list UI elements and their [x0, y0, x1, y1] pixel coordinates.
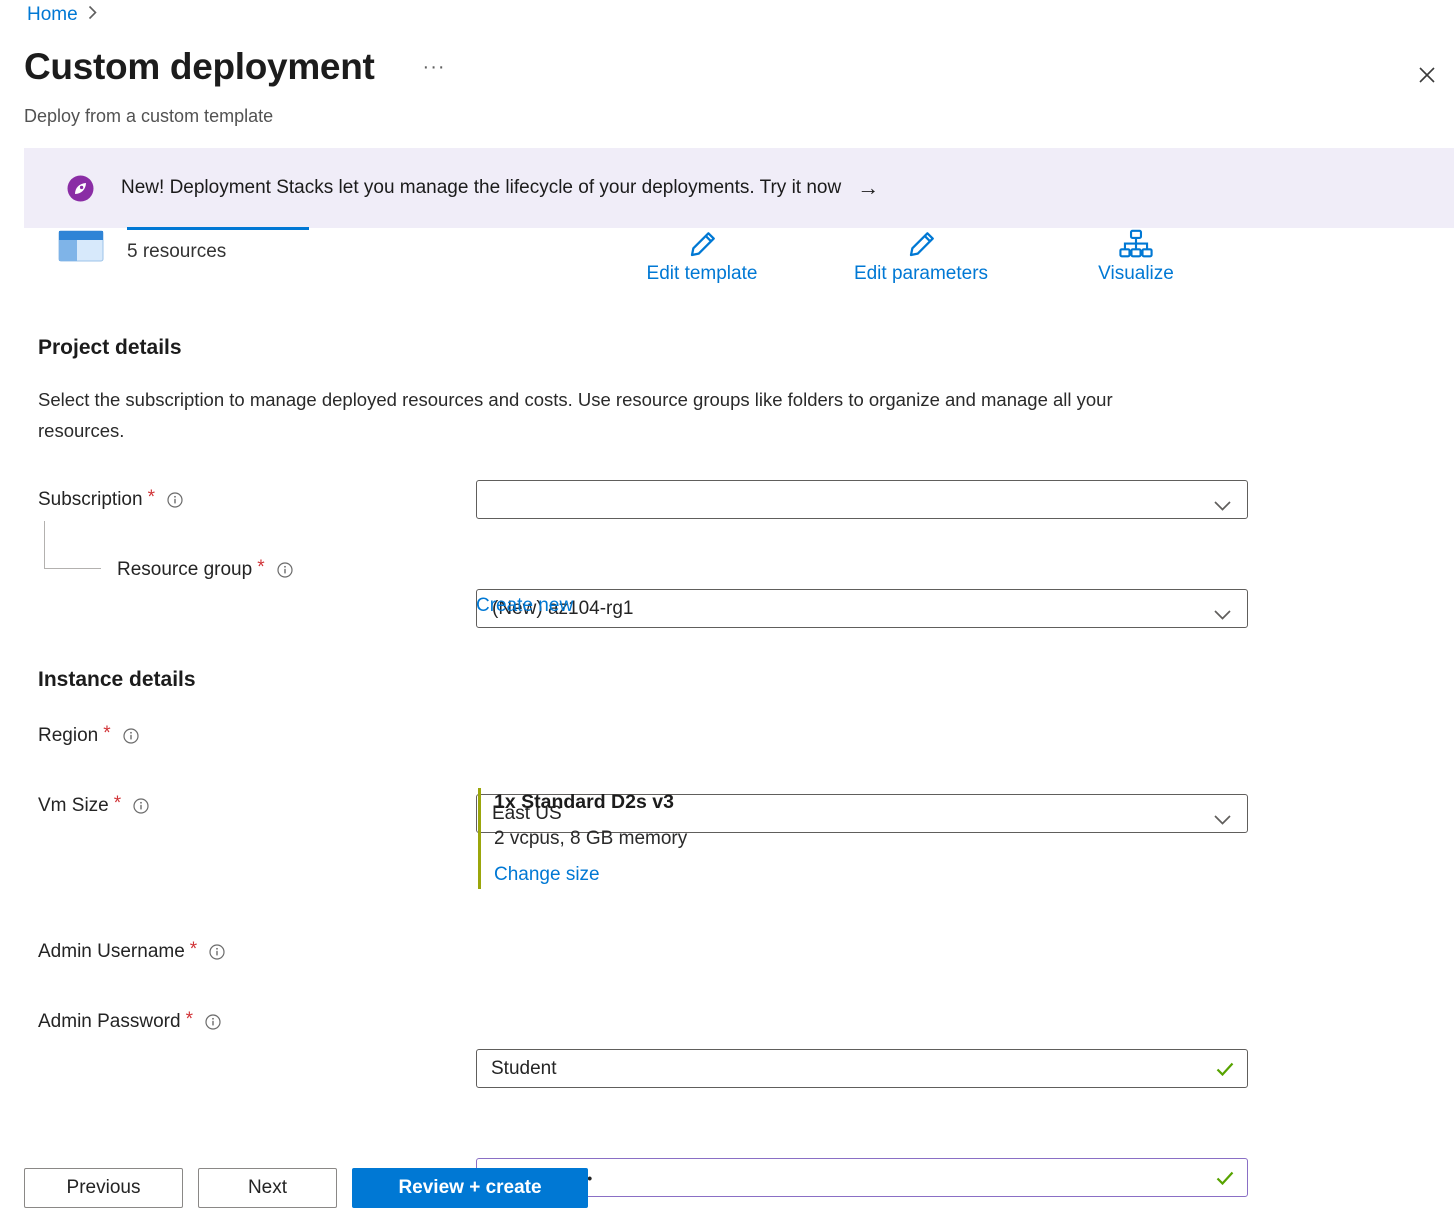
admin-password-label-text: Admin Password — [38, 1011, 181, 1033]
previous-button[interactable]: Previous — [24, 1168, 183, 1208]
custom-deployment-page: Home Custom deployment ··· Deploy from a… — [0, 0, 1456, 1219]
required-marker: * — [186, 1009, 193, 1031]
required-marker: * — [190, 939, 197, 961]
admin-password-label: Admin Password * — [38, 1011, 221, 1033]
page-subtitle: Deploy from a custom template — [24, 106, 273, 127]
chevron-down-icon — [1214, 495, 1231, 517]
pencil-icon — [826, 225, 1016, 261]
required-marker: * — [114, 793, 121, 815]
edit-parameters-label: Edit parameters — [826, 263, 1016, 285]
create-new-link[interactable]: Create new — [476, 595, 573, 617]
visualize-label: Visualize — [1070, 263, 1202, 285]
project-details-description: Select the subscription to manage deploy… — [38, 384, 1193, 446]
resource-group-label-text: Resource group — [117, 559, 252, 581]
region-label-text: Region — [38, 725, 98, 747]
breadcrumb-home-link[interactable]: Home — [27, 4, 78, 26]
required-marker: * — [103, 723, 110, 745]
region-label: Region * — [38, 725, 139, 747]
review-create-button[interactable]: Review + create — [352, 1168, 588, 1208]
field-connector-line — [44, 521, 101, 569]
title-row: Custom deployment ··· — [24, 46, 446, 88]
valid-check-icon — [1216, 1171, 1234, 1190]
admin-username-input[interactable] — [476, 1049, 1248, 1088]
chevron-down-icon — [1214, 809, 1231, 831]
resource-group-label: Resource group * — [117, 559, 293, 581]
edit-parameters-button[interactable]: Edit parameters — [826, 225, 1016, 285]
chevron-down-icon — [1214, 604, 1231, 626]
next-button[interactable]: Next — [198, 1168, 337, 1208]
vm-size-label-text: Vm Size — [38, 795, 109, 817]
edit-template-label: Edit template — [612, 263, 792, 285]
resource-group-dropdown[interactable]: (New) az104-rg1 — [476, 589, 1248, 628]
template-icon — [58, 226, 104, 271]
org-chart-icon — [1070, 225, 1202, 261]
admin-username-label-text: Admin Username — [38, 941, 185, 963]
subscription-dropdown[interactable] — [476, 480, 1248, 519]
cropped-link-fragment — [127, 227, 309, 230]
chevron-right-icon — [88, 4, 97, 26]
admin-username-label: Admin Username * — [38, 941, 225, 963]
admin-password-field-wrap — [476, 1158, 1248, 1197]
info-icon[interactable] — [209, 944, 225, 960]
info-icon[interactable] — [123, 728, 139, 744]
breadcrumb: Home — [27, 4, 97, 26]
resource-count-label: 5 resources — [127, 241, 226, 263]
change-size-link[interactable]: Change size — [494, 864, 600, 885]
info-icon[interactable] — [133, 798, 149, 814]
info-icon[interactable] — [205, 1014, 221, 1030]
page-title: Custom deployment — [24, 46, 375, 88]
visualize-button[interactable]: Visualize — [1070, 225, 1202, 285]
rocket-icon — [67, 175, 94, 202]
vm-size-label: Vm Size * — [38, 795, 149, 817]
info-icon[interactable] — [167, 492, 183, 508]
subscription-label: Subscription * — [38, 489, 183, 511]
info-icon[interactable] — [277, 562, 293, 578]
pencil-icon — [612, 225, 792, 261]
more-menu-button[interactable]: ··· — [423, 56, 446, 79]
vm-size-title: 1x Standard D2s v3 — [494, 791, 687, 814]
admin-username-field-wrap — [476, 1049, 1248, 1088]
banner-text: New! Deployment Stacks let you manage th… — [121, 177, 841, 199]
required-marker: * — [148, 487, 155, 509]
deployment-stacks-banner[interactable]: New! Deployment Stacks let you manage th… — [24, 148, 1454, 228]
close-icon[interactable] — [1412, 60, 1442, 93]
vm-size-specs: 2 vcpus, 8 GB memory — [494, 828, 687, 850]
vm-size-summary: 1x Standard D2s v3 2 vcpus, 8 GB memory … — [478, 788, 687, 889]
subscription-label-text: Subscription — [38, 489, 143, 511]
edit-template-button[interactable]: Edit template — [612, 225, 792, 285]
admin-password-input[interactable] — [476, 1158, 1248, 1197]
instance-details-heading: Instance details — [38, 668, 196, 692]
project-details-heading: Project details — [38, 336, 182, 360]
required-marker: * — [257, 557, 264, 579]
arrow-right-icon: → — [857, 175, 879, 201]
valid-check-icon — [1216, 1062, 1234, 1081]
